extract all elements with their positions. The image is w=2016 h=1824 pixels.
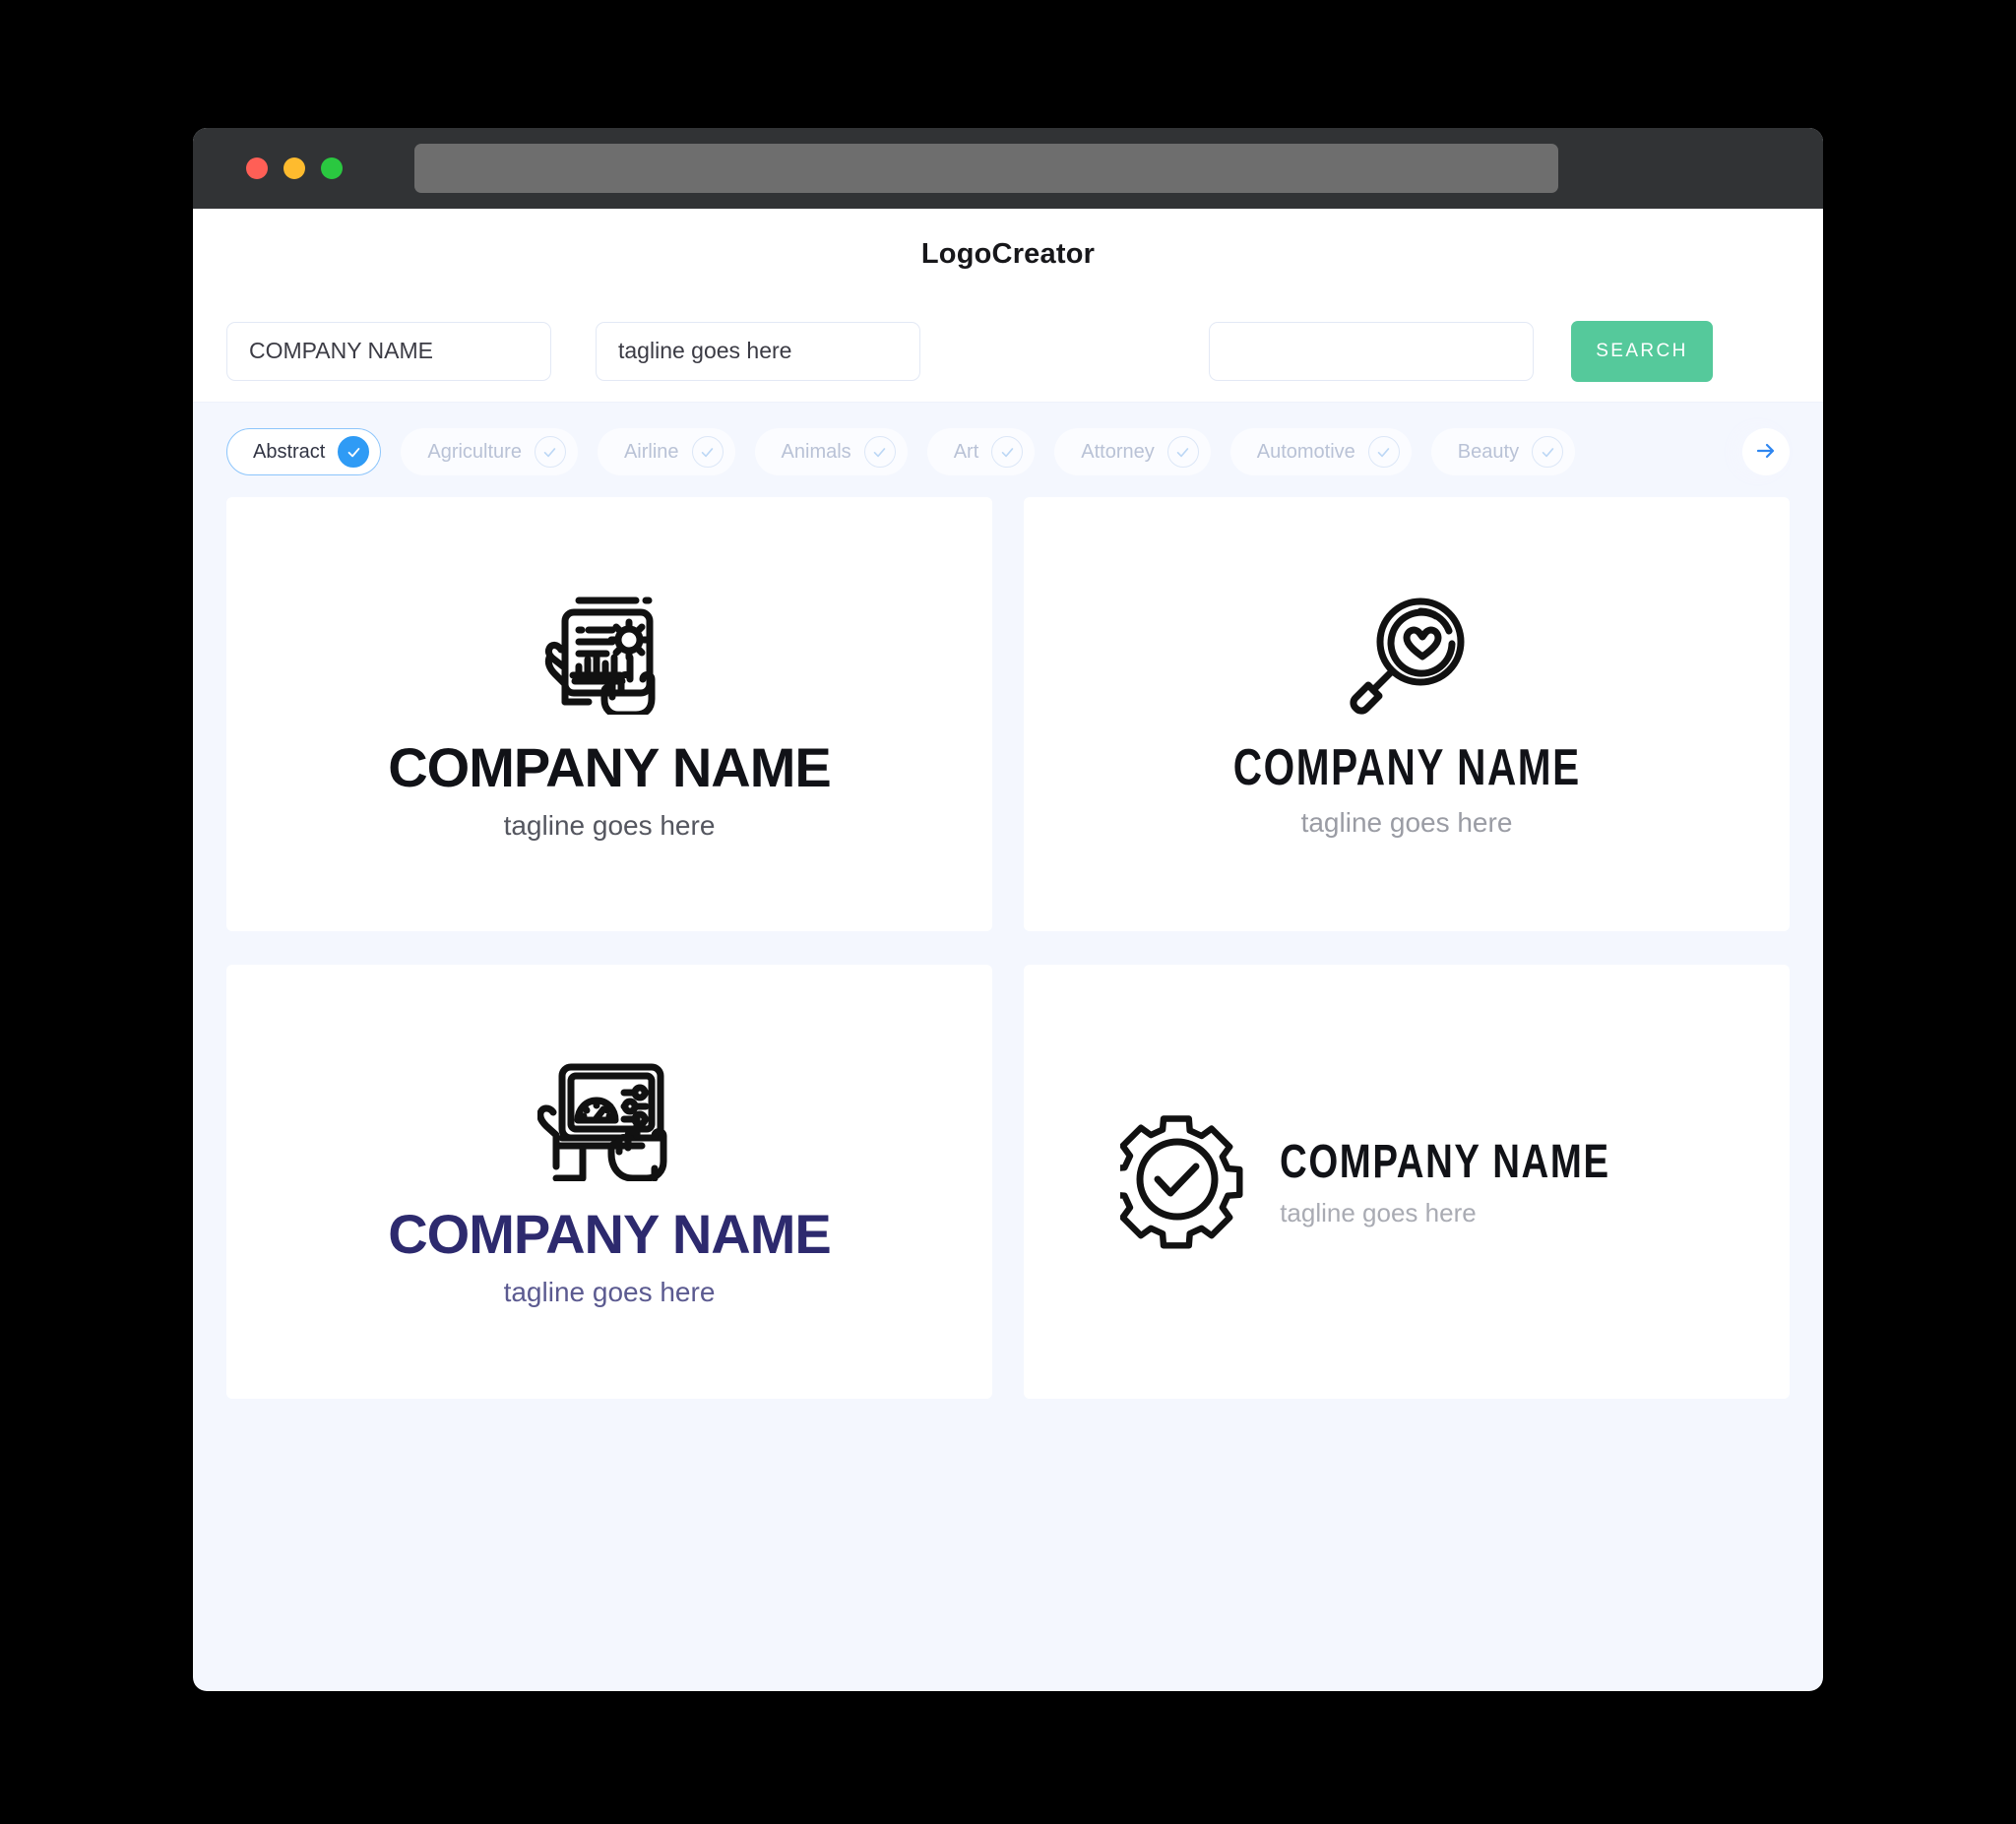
category-chip-label: Agriculture bbox=[427, 440, 522, 463]
logo-company-name: COMPANY NAME bbox=[388, 736, 832, 798]
minimize-window-button[interactable] bbox=[284, 157, 305, 179]
category-filter-bar: Abstract Agriculture Airline Animals Art Atto… bbox=[193, 403, 1823, 497]
browser-titlebar bbox=[193, 128, 1823, 209]
category-chip-animals[interactable]: Animals bbox=[754, 428, 908, 475]
tablet-dashboard-hands-icon bbox=[536, 1057, 681, 1181]
logo-preview: COMPANY NAME tagline goes here bbox=[1120, 1114, 1693, 1249]
magnifier-check-icon bbox=[1344, 593, 1470, 719]
app-header: LogoCreator bbox=[193, 209, 1823, 300]
logo-card[interactable]: COMPANY NAME tagline goes here bbox=[1024, 965, 1790, 1399]
check-icon bbox=[1166, 436, 1199, 468]
logo-tagline: tagline goes here bbox=[1280, 1197, 1477, 1227]
traffic-lights bbox=[246, 157, 343, 179]
category-chip-airline[interactable]: Airline bbox=[597, 428, 735, 475]
tablet-gear-chart-hand-icon bbox=[536, 589, 683, 715]
category-chip-label: Beauty bbox=[1457, 440, 1520, 463]
category-chip-label: Airline bbox=[623, 440, 679, 463]
logo-company-name: COMPANY NAME bbox=[388, 1203, 832, 1265]
category-chip-automotive[interactable]: Automotive bbox=[1229, 428, 1412, 475]
maximize-window-button[interactable] bbox=[321, 157, 343, 179]
search-toolbar: SEARCH bbox=[193, 300, 1823, 403]
browser-window: LogoCreator SEARCH Abstract Agriculture Ai… bbox=[193, 128, 1823, 1691]
tagline-input[interactable] bbox=[596, 321, 920, 381]
categories-next-button[interactable] bbox=[1742, 428, 1790, 475]
logo-tagline: tagline goes here bbox=[1300, 806, 1513, 838]
category-chip-beauty[interactable]: Beauty bbox=[1430, 428, 1576, 475]
check-icon bbox=[691, 436, 724, 468]
category-chip-art[interactable]: Art bbox=[926, 428, 1036, 475]
logo-card[interactable]: COMPANY NAME tagline goes here bbox=[1024, 497, 1790, 931]
close-window-button[interactable] bbox=[246, 157, 268, 179]
category-chip-label: Animals bbox=[781, 440, 851, 463]
check-icon bbox=[1532, 436, 1564, 468]
category-chip-agriculture[interactable]: Agriculture bbox=[401, 428, 578, 475]
category-chip-label: Art bbox=[953, 440, 979, 463]
category-chip-attorney[interactable]: Attorney bbox=[1054, 428, 1211, 475]
gear-check-icon bbox=[1120, 1114, 1246, 1249]
logo-preview: COMPANY NAME tagline goes here bbox=[388, 1057, 832, 1307]
check-icon bbox=[534, 436, 566, 468]
category-chip-list[interactable]: Abstract Agriculture Airline Animals Art Atto… bbox=[226, 428, 1790, 475]
check-icon bbox=[991, 436, 1024, 468]
logo-company-name: COMPANY NAME bbox=[1280, 1135, 1610, 1188]
keyword-input[interactable] bbox=[1209, 321, 1534, 381]
check-icon bbox=[1367, 436, 1400, 468]
logo-card[interactable]: COMPANY NAME tagline goes here bbox=[226, 965, 992, 1399]
category-chip-abstract[interactable]: Abstract bbox=[226, 428, 382, 475]
logo-card[interactable]: COMPANY NAME tagline goes here bbox=[226, 497, 992, 931]
arrow-right-icon bbox=[1754, 439, 1778, 466]
category-chip-label: Automotive bbox=[1256, 440, 1355, 463]
company-name-input[interactable] bbox=[226, 321, 551, 381]
app-title: LogoCreator bbox=[920, 238, 1096, 270]
url-bar[interactable] bbox=[414, 144, 1558, 193]
logo-tagline: tagline goes here bbox=[503, 1277, 716, 1307]
search-button[interactable]: SEARCH bbox=[1571, 320, 1713, 382]
logo-tagline: tagline goes here bbox=[503, 810, 716, 841]
check-icon bbox=[338, 436, 370, 468]
category-chip-label: Abstract bbox=[253, 440, 326, 463]
logo-preview: COMPANY NAME tagline goes here bbox=[388, 589, 832, 841]
logo-results-grid: COMPANY NAME tagline goes here COMPANY N… bbox=[193, 497, 1823, 1432]
logo-text-block: COMPANY NAME tagline goes here bbox=[1280, 1135, 1693, 1227]
category-chip-label: Attorney bbox=[1081, 440, 1155, 463]
check-icon bbox=[863, 436, 896, 468]
logo-company-name: COMPANY NAME bbox=[1232, 738, 1581, 796]
logo-preview: COMPANY NAME tagline goes here bbox=[1184, 593, 1630, 837]
